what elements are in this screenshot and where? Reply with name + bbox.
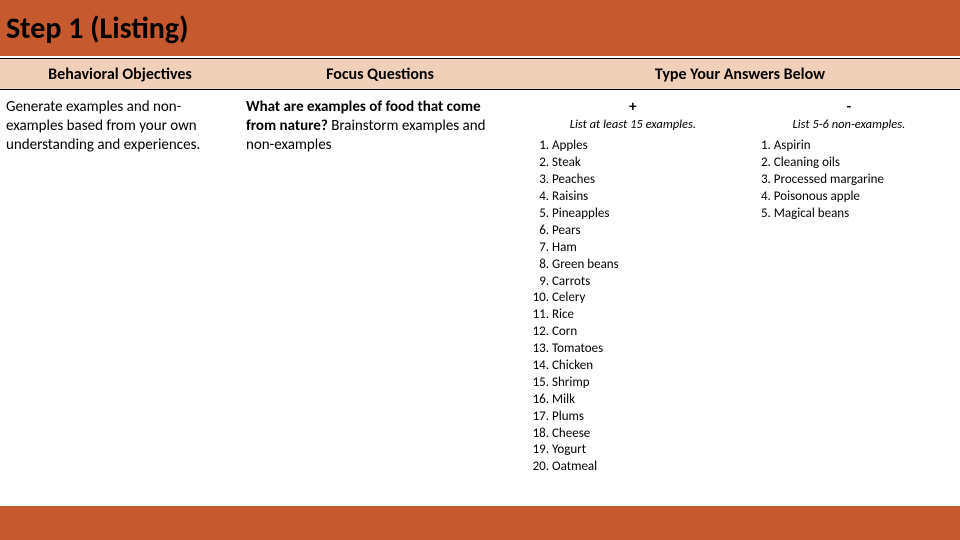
list-item: Oatmeal	[552, 459, 740, 476]
title-band: Step 1 (Listing)	[0, 0, 960, 58]
list-item: Green beans	[552, 257, 740, 274]
list-item: Carrots	[552, 274, 740, 291]
positive-examples-list: ApplesSteakPeachesRaisinsPineapplesPears…	[526, 138, 740, 476]
list-item: Plums	[552, 409, 740, 426]
positive-instruction: List at least 15 examples.	[526, 117, 740, 133]
list-item: Ham	[552, 240, 740, 257]
list-item: Pears	[552, 223, 740, 240]
table-header-row: Behavioral Objectives Focus Questions Ty…	[0, 58, 960, 90]
list-item: Shrimp	[552, 375, 740, 392]
list-item: Rice	[552, 307, 740, 324]
negative-examples-list: AspirinCleaning oilsProcessed margarineP…	[748, 138, 950, 222]
slide: Step 1 (Listing) Behavioral Objectives F…	[0, 0, 960, 540]
list-item: Cleaning oils	[774, 155, 950, 172]
list-item: Magical beans	[774, 206, 950, 223]
table-body-row: Generate examples and non-examples based…	[0, 90, 960, 506]
negative-symbol: -	[748, 98, 950, 117]
focus-cell: What are examples of food that come from…	[240, 90, 520, 506]
list-item: Steak	[552, 155, 740, 172]
list-item: Aspirin	[774, 138, 950, 155]
objectives-cell: Generate examples and non-examples based…	[0, 90, 240, 506]
list-item: Corn	[552, 324, 740, 341]
list-item: Celery	[552, 290, 740, 307]
answers-cell: + List at least 15 examples. ApplesSteak…	[520, 90, 960, 506]
answers-negative-column: - List 5-6 non-examples. AspirinCleaning…	[748, 98, 950, 498]
slide-title: Step 1 (Listing)	[6, 10, 188, 47]
list-item: Milk	[552, 392, 740, 409]
positive-symbol: +	[526, 98, 740, 117]
list-item: Poisonous apple	[774, 189, 950, 206]
list-item: Chicken	[552, 358, 740, 375]
header-focus: Focus Questions	[240, 58, 520, 90]
list-item: Tomatoes	[552, 341, 740, 358]
list-item: Yogurt	[552, 442, 740, 459]
answers-positive-column: + List at least 15 examples. ApplesSteak…	[526, 98, 748, 498]
list-item: Cheese	[552, 426, 740, 443]
header-objectives: Behavioral Objectives	[0, 58, 240, 90]
footer-band	[0, 506, 960, 540]
list-item: Peaches	[552, 172, 740, 189]
list-item: Apples	[552, 138, 740, 155]
list-item: Processed margarine	[774, 172, 950, 189]
negative-instruction: List 5-6 non-examples.	[748, 117, 950, 133]
list-item: Raisins	[552, 189, 740, 206]
header-answers: Type Your Answers Below	[520, 58, 960, 90]
list-item: Pineapples	[552, 206, 740, 223]
